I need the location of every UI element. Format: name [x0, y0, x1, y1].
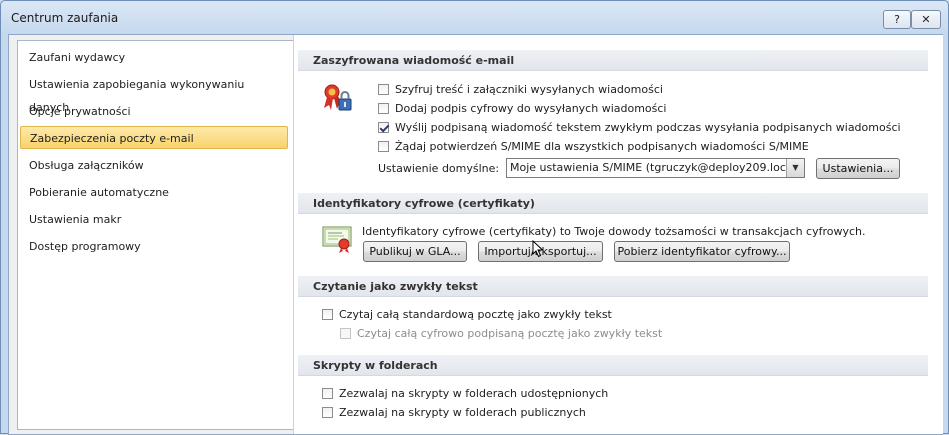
get-digital-id-button[interactable]: Pobierz identyfikator cyfrowy...	[614, 241, 790, 262]
sidebar-item-trusted-publishers[interactable]: Zaufani wydawcy	[20, 46, 288, 69]
certificate-lock-icon	[322, 82, 356, 117]
section-header-scripts-in-folders: Skrypty w folderach	[298, 355, 928, 376]
mouse-cursor-icon	[532, 239, 544, 261]
option-encrypt-content[interactable]: Szyfruj treść i załączniki wysyłanych wi…	[378, 82, 663, 98]
default-setting-label: Ustawienie domyślne:	[378, 162, 500, 175]
option-scripts-shared-folders[interactable]: Zezwalaj na skrypty w folderach udostępn…	[322, 386, 608, 402]
certificate-icon	[322, 225, 354, 256]
checkbox[interactable]	[322, 407, 333, 418]
section-header-read-as-plain-text: Czytanie jako zwykły tekst	[298, 276, 928, 297]
option-request-smime-receipt[interactable]: Żądaj potwierdzeń S/MIME dla wszystkich …	[378, 139, 809, 155]
checkbox-checked[interactable]	[378, 122, 389, 133]
dialog-content: Zaufani wydawcy Ustawienia zapobiegania …	[8, 34, 943, 435]
option-label: Czytaj całą cyfrowo podpisaną pocztę jak…	[357, 327, 663, 340]
settings-button[interactable]: Ustawienia...	[816, 158, 900, 179]
category-list: Zaufani wydawcy Ustawienia zapobiegania …	[17, 40, 295, 430]
option-label: Wyślij podpisaną wiadomość tekstem zwykł…	[395, 121, 901, 134]
checkbox-disabled	[340, 328, 351, 339]
checkbox[interactable]	[378, 84, 389, 95]
option-label: Dodaj podpis cyfrowy do wysyłanych wiado…	[395, 102, 667, 115]
window-title: Centrum zaufania	[11, 11, 119, 25]
digital-ids-description: Identyfikatory cyfrowe (certyfikaty) to …	[362, 225, 866, 238]
sidebar-item-automatic-download[interactable]: Pobieranie automatyczne	[20, 181, 288, 204]
sidebar-item-dep-settings[interactable]: Ustawienia zapobiegania wykonywaniu dany…	[20, 73, 288, 114]
option-add-digital-signature[interactable]: Dodaj podpis cyfrowy do wysyłanych wiado…	[378, 101, 667, 117]
option-send-clear-text-signed[interactable]: Wyślij podpisaną wiadomość tekstem zwykł…	[378, 120, 901, 136]
option-read-signed-plain-text: Czytaj całą cyfrowo podpisaną pocztę jak…	[340, 326, 662, 342]
publish-to-gal-button[interactable]: Publikuj w GLA...	[363, 241, 467, 262]
trust-center-window: Centrum zaufania ? ✕ Zaufani wydawcy Ust…	[0, 0, 949, 435]
option-scripts-public-folders[interactable]: Zezwalaj na skrypty w folderach publiczn…	[322, 405, 586, 421]
chevron-down-icon[interactable]: ▼	[786, 159, 804, 177]
section-header-digital-ids: Identyfikatory cyfrowe (certyfikaty)	[298, 193, 928, 214]
sidebar-item-privacy-options[interactable]: Opcje prywatności	[20, 100, 288, 123]
default-setting-dropdown[interactable]: Moje ustawienia S/MIME (tgruczyk@deploy2…	[506, 158, 805, 178]
sidebar-item-attachment-handling[interactable]: Obsługa załączników	[20, 154, 288, 177]
settings-panel[interactable]: Zaszyfrowana wiadomość e-mail Szyfruj tr…	[293, 35, 943, 434]
title-bar[interactable]: Centrum zaufania ? ✕	[1, 1, 948, 35]
sidebar-item-programmatic-access[interactable]: Dostęp programowy	[20, 235, 288, 258]
checkbox[interactable]	[378, 103, 389, 114]
sidebar-item-email-security[interactable]: Zabezpieczenia poczty e-mail	[20, 126, 288, 149]
section-header-encrypted-email: Zaszyfrowana wiadomość e-mail	[298, 50, 928, 71]
option-read-all-plain-text[interactable]: Czytaj całą standardową pocztę jako zwyk…	[322, 307, 612, 323]
close-button[interactable]: ✕	[911, 10, 941, 29]
option-label: Szyfruj treść i załączniki wysyłanych wi…	[395, 83, 663, 96]
help-button[interactable]: ?	[883, 10, 911, 29]
checkbox[interactable]	[322, 309, 333, 320]
checkbox[interactable]	[322, 388, 333, 399]
option-label: Czytaj całą standardową pocztę jako zwyk…	[339, 308, 612, 321]
dropdown-value: Moje ustawienia S/MIME (tgruczyk@deploy2…	[510, 161, 800, 174]
option-label: Zezwalaj na skrypty w folderach udostępn…	[339, 387, 609, 400]
option-label: Żądaj potwierdzeń S/MIME dla wszystkich …	[395, 140, 809, 153]
checkbox[interactable]	[378, 141, 389, 152]
option-label: Zezwalaj na skrypty w folderach publiczn…	[339, 406, 586, 419]
sidebar-item-macro-settings[interactable]: Ustawienia makr	[20, 208, 288, 231]
